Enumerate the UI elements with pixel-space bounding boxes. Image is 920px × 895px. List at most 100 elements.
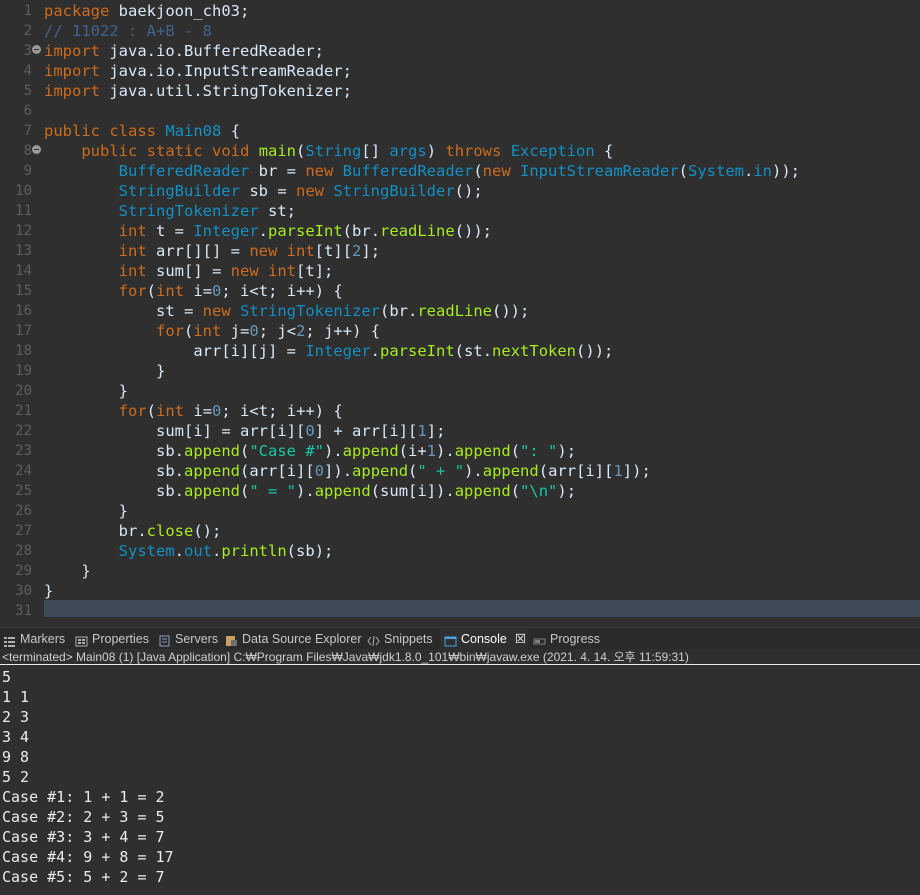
line-number: 27 bbox=[15, 523, 32, 539]
code-line: arr[i][j] = Integer.parseInt(st.nextToke… bbox=[193, 342, 614, 360]
line-number: 25 bbox=[15, 483, 32, 499]
code-line: sb.append(" = ").append(sum[i]).append("… bbox=[155, 482, 577, 500]
tab-label: Progress bbox=[550, 631, 601, 646]
code-line: BufferedReader br = new BufferedReader(n… bbox=[118, 162, 801, 180]
code-line: int t = Integer.parseInt(br.readLine()); bbox=[118, 222, 493, 240]
tab-label: Markers bbox=[20, 631, 66, 646]
code-line: sb.append(arr[i][0]).append(" + ").appen… bbox=[155, 462, 651, 480]
data-source-icon bbox=[225, 633, 238, 646]
tab-servers[interactable]: Servers bbox=[158, 628, 218, 650]
console-output-line: 1 1 bbox=[2, 688, 30, 706]
code-line: for(int j=0; j<2; j++) { bbox=[155, 322, 381, 340]
fold-collapse-icon[interactable] bbox=[32, 45, 41, 54]
properties-icon bbox=[75, 633, 88, 647]
line-number: 6 bbox=[23, 103, 32, 119]
bottom-panel-tabs: Markers Properties Servers Data Source E… bbox=[0, 627, 920, 650]
tab-data-source-explorer[interactable]: Data Source Explorer bbox=[225, 628, 362, 650]
tab-label: Snippets bbox=[384, 631, 433, 646]
code-line: for(int i=0; i<t; i++) { bbox=[118, 282, 343, 300]
line-number: 16 bbox=[15, 303, 32, 319]
tab-markers[interactable]: Markers bbox=[3, 628, 65, 650]
line-number: 3 bbox=[23, 43, 32, 59]
console-icon bbox=[444, 633, 457, 647]
tab-snippets[interactable]: Snippets bbox=[367, 628, 433, 650]
tab-progress[interactable]: Progress bbox=[533, 628, 600, 650]
console-status: <terminated> Main08 (1) [Java Applicatio… bbox=[0, 649, 920, 665]
code-line: st = new StringTokenizer(br.readLine()); bbox=[155, 302, 530, 320]
code-line: System.out.println(sb); bbox=[118, 542, 334, 560]
current-line-highlight bbox=[44, 600, 920, 617]
code-line: import java.util.StringTokenizer; bbox=[44, 82, 352, 100]
line-number: 29 bbox=[15, 563, 32, 579]
line-number: 1 bbox=[23, 3, 32, 19]
line-number: 19 bbox=[15, 363, 32, 379]
code-line: public class Main08 { bbox=[44, 122, 241, 140]
console-output-line: Case #1: 1 + 1 = 2 bbox=[2, 788, 165, 806]
code-line: } bbox=[44, 362, 166, 380]
line-number: 22 bbox=[15, 423, 32, 439]
code-line: package baekjoon_ch03; bbox=[44, 2, 250, 20]
code-line: sum[i] = arr[i][0] + arr[i][1]; bbox=[155, 422, 446, 440]
code-line: br.close(); bbox=[118, 522, 222, 540]
code-line: } bbox=[44, 562, 91, 580]
code-line: for(int i=0; i<t; i++) { bbox=[118, 402, 343, 420]
console-output-line: 3 4 bbox=[2, 728, 30, 746]
line-number: 11 bbox=[15, 203, 32, 219]
line-number: 8 bbox=[23, 143, 32, 159]
tab-console[interactable]: Console ☒ bbox=[440, 628, 528, 650]
line-number: 23 bbox=[15, 443, 32, 459]
line-number: 30 bbox=[15, 583, 32, 599]
line-number: 9 bbox=[23, 163, 32, 179]
line-number: 28 bbox=[15, 543, 32, 559]
console-output-line: 5 2 bbox=[2, 768, 30, 786]
console-output-line: Case #4: 9 + 8 = 17 bbox=[2, 848, 174, 866]
code-line: } bbox=[44, 502, 128, 520]
code-line: } bbox=[44, 582, 54, 600]
code-line: public static void main(String[] args) t… bbox=[81, 142, 614, 160]
line-number: 24 bbox=[15, 463, 32, 479]
line-number: 7 bbox=[23, 123, 32, 139]
line-number: 31 bbox=[15, 603, 32, 619]
close-icon[interactable]: ☒ bbox=[515, 629, 526, 650]
snippets-icon bbox=[367, 633, 380, 647]
console-output[interactable]: 5 1 1 2 3 3 4 9 8 5 2 Case #1: 1 + 1 = 2 Case #… bbox=[0, 666, 920, 895]
line-number: 26 bbox=[15, 503, 32, 519]
line-number: 5 bbox=[23, 83, 32, 99]
tab-label: Servers bbox=[175, 631, 219, 646]
fold-collapse-icon[interactable] bbox=[32, 145, 41, 154]
line-number: 17 bbox=[15, 323, 32, 339]
code-line: int sum[] = new int[t]; bbox=[118, 262, 334, 280]
line-number: 2 bbox=[23, 23, 32, 39]
line-number: 18 bbox=[15, 343, 32, 359]
line-number: 13 bbox=[15, 243, 32, 259]
line-number: 10 bbox=[15, 183, 32, 199]
tab-label: Console bbox=[461, 631, 507, 646]
console-output-line: Case #5: 5 + 2 = 7 bbox=[2, 868, 165, 886]
code-line: } bbox=[44, 382, 128, 400]
tab-label: Data Source Explorer bbox=[242, 631, 362, 646]
code-line: // 11022 : A+B - 8 bbox=[44, 22, 212, 40]
console-output-line: 2 3 bbox=[2, 708, 30, 726]
console-output-line: Case #3: 3 + 4 = 7 bbox=[2, 828, 165, 846]
line-number: 4 bbox=[23, 63, 32, 79]
code-line: StringBuilder sb = new StringBuilder(); bbox=[118, 182, 483, 200]
markers-icon bbox=[3, 633, 16, 647]
code-editor[interactable]: 1 2 3 4 5 6 7 8 9 10 11 12 13 14 15 16 17 18 19 20 21 22 23 24 2… bbox=[0, 0, 920, 626]
code-line: StringTokenizer st; bbox=[118, 202, 296, 220]
code-line: import java.io.InputStreamReader; bbox=[44, 62, 352, 80]
line-number: 14 bbox=[15, 263, 32, 279]
tab-label: Properties bbox=[92, 631, 149, 646]
code-line: int arr[][] = new int[t][2]; bbox=[118, 242, 381, 260]
console-output-line: 9 8 bbox=[2, 748, 30, 766]
line-number: 15 bbox=[15, 283, 32, 299]
line-number: 21 bbox=[15, 403, 32, 419]
servers-icon bbox=[158, 633, 171, 647]
code-line: import java.io.BufferedReader; bbox=[44, 42, 324, 60]
code-line: sb.append("Case #").append(i+1).append("… bbox=[155, 442, 577, 460]
console-output-line: Case #2: 2 + 3 = 5 bbox=[2, 808, 165, 826]
tab-properties[interactable]: Properties bbox=[75, 628, 149, 650]
line-number: 20 bbox=[15, 383, 32, 399]
progress-icon bbox=[533, 633, 546, 645]
line-number: 12 bbox=[15, 223, 32, 239]
console-output-line: 5 bbox=[2, 668, 12, 686]
